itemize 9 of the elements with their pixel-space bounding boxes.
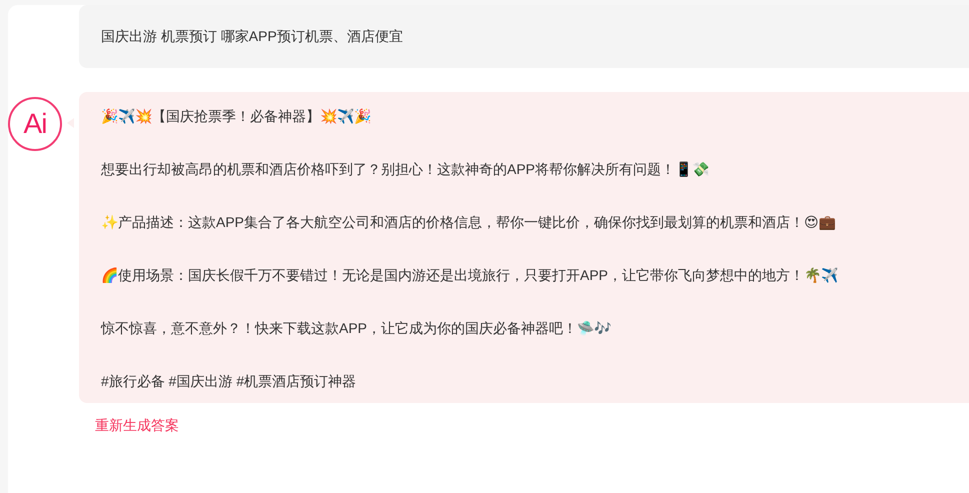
regenerate-link[interactable]: 重新生成答案	[95, 415, 179, 435]
answer-paragraph: #旅行必备 #国庆出游 #机票酒店预订神器	[101, 372, 358, 391]
answer-paragraph: 想要出行却被高昂的机票和酒店价格吓到了？别担心！这款神奇的APP将帮你解决所有问题！📱💸	[101, 160, 710, 179]
answer-paragraph: 惊不惊喜，意不意外？！快来下载这款APP，让它成为你的国庆必备神器吧！🛸🎶	[101, 319, 612, 338]
answer-paragraph: ✨产品描述：这款APP集合了各大航空公司和酒店的价格信息，帮你一键比价，确保你找到最划算的机票和酒店！😍💼	[101, 213, 837, 232]
question-text: 国庆出游 机票预订 哪家APP预订机票、酒店便宜	[101, 28, 403, 46]
answer-paragraph: 🎉✈💥【国庆抢票季！必备神器】💥✈🎉	[101, 107, 372, 126]
answer-paragraph: 🌈使用场景：国庆长假千万不要错过！无论是国内游还是出境旅行，只要打开APP，让它带你飞向梦想中的地方！🌴✈	[101, 266, 840, 285]
ai-avatar: Ai	[8, 97, 62, 151]
